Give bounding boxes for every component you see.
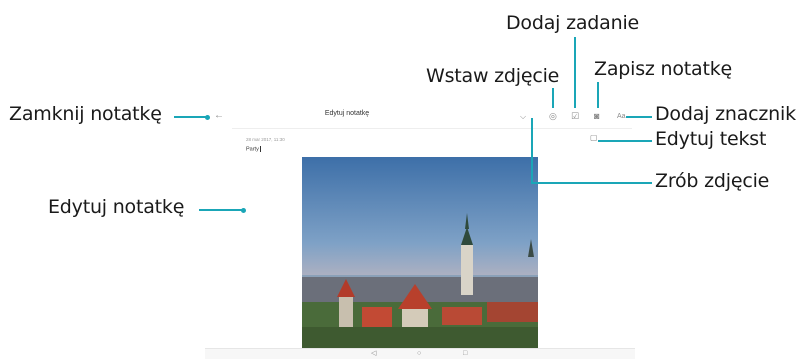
callout-add-tag: Dodaj znacznik [655,103,796,125]
chevron-down-icon[interactable]: ⌵ [520,112,526,122]
text-format-icon[interactable]: Aa [617,112,626,122]
text-cursor [259,146,261,152]
header-divider [232,128,632,129]
callout-take-photo: Zrób zdjęcie [655,170,770,192]
camera-icon[interactable]: ◙ [594,111,599,121]
callout-save-note: Zapisz notatkę [594,58,733,80]
note-photo[interactable] [302,157,538,348]
back-arrow-icon[interactable]: ← [214,111,224,121]
callout-add-task: Dodaj zadanie [506,12,640,34]
photo-image [302,157,538,348]
callout-line-take-photo-v [531,118,533,183]
callout-edit-note: Edytuj notatkę [48,196,185,218]
checkbox-icon[interactable]: ☑ [571,111,579,121]
callout-line-save-note [597,82,599,108]
callout-line-edit-text [598,140,652,142]
page-title: Edytuj notatkę [324,110,370,117]
callout-line-insert-photo [552,88,554,108]
callout-line-add-tag [626,116,652,118]
note-body[interactable]: Party [246,146,261,153]
callout-line-take-photo-h [531,182,652,184]
callout-dot-close [205,114,210,120]
callout-line-add-task [574,37,576,108]
callout-edit-text: Edytuj tekst [655,128,767,150]
gallery-icon[interactable]: ◎ [549,111,557,121]
text-edit-icon[interactable]: ▢ [590,133,598,143]
callout-close-note: Zamknij notatkę [9,103,162,125]
callout-dot-edit-note [241,207,246,213]
note-date: 28 mar 2017, 11:30 [246,137,285,142]
note-text: Party [246,146,259,153]
callout-line-edit-note [199,209,243,211]
callout-insert-photo: Wstaw zdjęcie [426,65,560,87]
callout-line-close [174,116,207,118]
